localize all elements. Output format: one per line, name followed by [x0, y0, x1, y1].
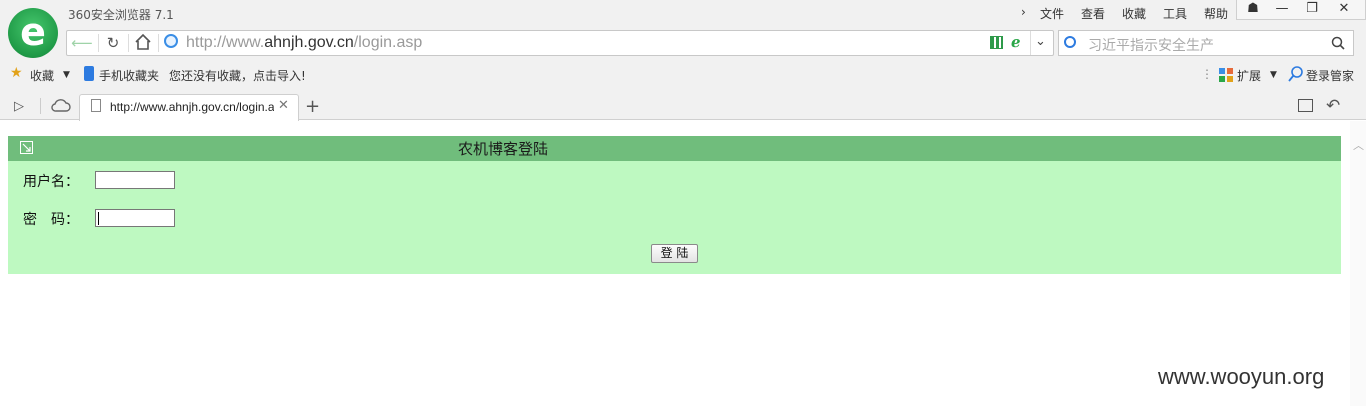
app-title: 360安全浏览器 7.1 [68, 8, 174, 22]
sidebar-toggle-icon[interactable]: ▷ [14, 99, 24, 114]
extensions-dropdown-icon[interactable]: ▼ [1270, 70, 1277, 80]
login-manager-icon[interactable] [1288, 66, 1304, 85]
login-button[interactable]: 登 陆 [651, 244, 698, 263]
mobile-favorites-link[interactable]: 手机收藏夹 [99, 67, 159, 84]
tab-close-icon[interactable]: ✕ [278, 98, 289, 113]
close-button[interactable]: ✕ [1329, 0, 1359, 20]
search-engine-icon[interactable] [1064, 36, 1076, 48]
skin-icon[interactable]: ☗ [1238, 0, 1268, 20]
qr-code-icon[interactable] [990, 36, 1003, 49]
username-input[interactable] [95, 171, 175, 189]
home-icon[interactable] [134, 33, 152, 54]
site-globe-icon [164, 34, 178, 48]
restore-button[interactable]: ❐ [1297, 0, 1327, 20]
divider [40, 98, 41, 114]
favorites-dropdown-icon[interactable]: ▼ [63, 70, 70, 80]
undo-close-icon[interactable]: ↶ [1326, 96, 1340, 116]
chevron-down-icon[interactable]: ⌄ [1035, 34, 1046, 49]
menu-view[interactable]: 查看 [1081, 5, 1105, 22]
extensions-icon[interactable] [1218, 67, 1234, 86]
text-cursor [98, 212, 99, 225]
page-icon [91, 99, 101, 112]
scrollbar[interactable]: ︿ [1350, 121, 1366, 406]
password-label: 密 码： [23, 212, 79, 228]
menu-favorites[interactable]: 收藏 [1122, 5, 1146, 22]
title-bar [0, 0, 1366, 28]
tab-title[interactable]: http://www.ahnjh.gov.cn/login.asp [110, 100, 274, 114]
browser-logo-icon[interactable]: e [8, 8, 58, 58]
import-hint-link[interactable]: 您还没有收藏，点击导入! [169, 67, 306, 84]
divider [158, 34, 159, 52]
divider [1030, 31, 1031, 55]
menu-help[interactable]: 帮助 [1204, 5, 1228, 22]
extensions-button[interactable]: 扩展 [1237, 67, 1261, 84]
menu-chevron-icon[interactable]: › [1021, 5, 1026, 19]
new-tab-button[interactable]: + [305, 96, 320, 117]
favorites-button[interactable]: 收藏 [30, 67, 54, 84]
divider [98, 34, 99, 52]
mobile-icon [84, 66, 94, 81]
password-input[interactable] [95, 209, 175, 227]
url-text[interactable]: http://www.ahnjh.gov.cn/login.asp [186, 34, 422, 52]
scroll-up-icon[interactable]: ︿ [1353, 137, 1364, 153]
star-icon: ★ [10, 65, 23, 81]
menu-tools[interactable]: 工具 [1163, 5, 1187, 22]
watermark: www.wooyun.org [1158, 364, 1325, 389]
more-dots-icon[interactable]: ⋮ [1201, 67, 1213, 81]
refresh-icon[interactable]: ↻ [102, 33, 124, 53]
cloud-icon[interactable] [51, 98, 71, 115]
back-arrow-icon[interactable]: ⟵ [71, 33, 93, 53]
compat-mode-icon[interactable]: ℯ [1011, 33, 1021, 51]
search-icon[interactable] [1331, 36, 1345, 53]
tab-list-icon[interactable] [1298, 99, 1313, 112]
minimize-button[interactable]: — [1267, 0, 1297, 20]
username-label: 用户名： [23, 174, 79, 190]
search-input[interactable]: 习近平指示安全生产 [1088, 35, 1214, 55]
login-manager-button[interactable]: 登录管家 [1306, 67, 1354, 84]
menu-file[interactable]: 文件 [1040, 5, 1064, 22]
divider [128, 34, 129, 52]
login-title: 农机博客登陆 [457, 140, 548, 158]
